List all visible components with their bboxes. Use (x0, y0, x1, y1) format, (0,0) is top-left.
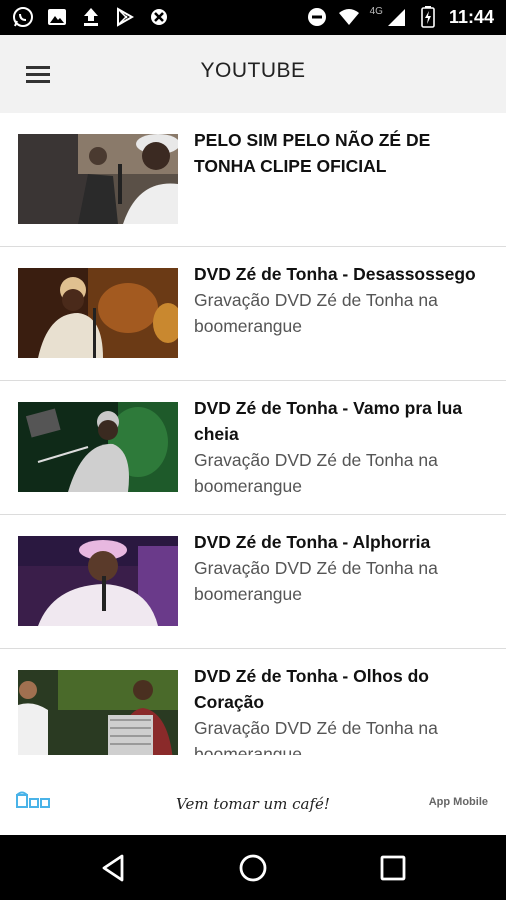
video-thumbnail[interactable] (18, 268, 178, 358)
battery-icon (417, 6, 439, 28)
notification-icons (12, 6, 170, 28)
video-description: Gravação DVD Zé de Tonha na boomerangue (194, 718, 438, 755)
video-item-3[interactable]: DVD Zé de Tonha - Vamo pra lua cheia Gra… (0, 381, 506, 515)
navigation-bar (0, 835, 506, 900)
video-title: DVD Zé de Tonha - Desassossego (194, 264, 476, 284)
video-item-1[interactable]: PELO SIM PELO NÃO ZÉ DE TONHA CLIPE OFIC… (0, 113, 506, 247)
video-description: Gravação DVD Zé de Tonha na boomerangue (194, 558, 438, 604)
video-thumbnail[interactable] (18, 536, 178, 626)
video-item-5[interactable]: DVD Zé de Tonha - Olhos do Coração Grava… (0, 649, 506, 755)
upload-icon (80, 6, 102, 28)
video-title: DVD Zé de Tonha - Alphorria (194, 532, 431, 552)
wifi-icon (338, 6, 360, 28)
video-item-4[interactable]: DVD Zé de Tonha - Alphorria Gravação DVD… (0, 515, 506, 649)
video-thumbnail[interactable] (18, 134, 178, 224)
back-icon[interactable] (96, 850, 132, 886)
video-description: Gravação DVD Zé de Tonha na boomerangue (194, 450, 438, 496)
recents-icon[interactable] (375, 850, 411, 886)
video-title: PELO SIM PELO NÃO ZÉ DE TONHA CLIPE OFIC… (194, 130, 431, 176)
status-bar: 4G 11:44 (0, 0, 506, 35)
video-title: DVD Zé de Tonha - Vamo pra lua cheia (194, 398, 463, 444)
page-title: YOUTUBE (200, 59, 306, 82)
image-icon (46, 6, 68, 28)
whatsapp-icon (12, 6, 34, 28)
network-type: 4G (369, 5, 383, 17)
video-list[interactable]: PELO SIM PELO NÃO ZÉ DE TONHA CLIPE OFIC… (0, 113, 506, 755)
ad-brand: App Mobile (428, 796, 488, 808)
video-title: DVD Zé de Tonha - Olhos do Coração (194, 666, 429, 712)
app-notification-icon (148, 6, 170, 28)
video-thumbnail[interactable] (18, 402, 178, 492)
app-bar: YOUTUBE (0, 35, 506, 113)
ad-banner[interactable]: Vem tomar um café! App Mobile (0, 755, 506, 835)
home-icon[interactable] (235, 850, 271, 886)
video-thumbnail[interactable] (18, 670, 178, 755)
system-icons: 4G 11:44 (306, 6, 494, 28)
video-description: Gravação DVD Zé de Tonha na boomerangue (194, 290, 438, 336)
signal-icon (385, 6, 407, 28)
video-item-2[interactable]: DVD Zé de Tonha - Desassossego Gravação … (0, 247, 506, 381)
play-store-icon (114, 6, 136, 28)
clock: 11:44 (448, 6, 494, 27)
do-not-disturb-icon (306, 6, 328, 28)
